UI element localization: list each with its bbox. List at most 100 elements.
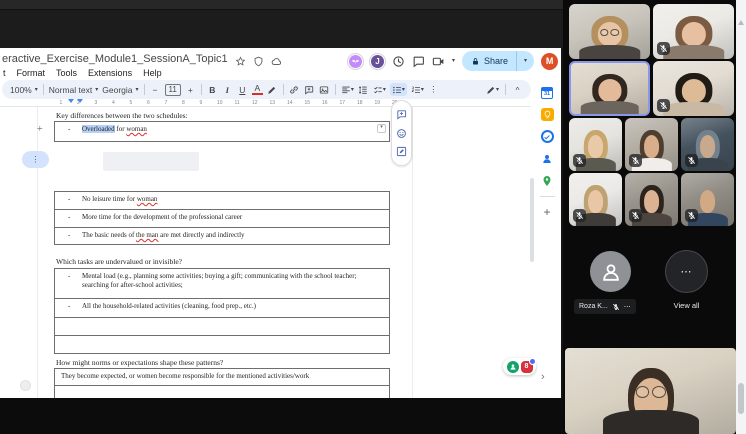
collaborator-avatar-butterfly[interactable]	[348, 54, 363, 69]
table-row[interactable]: - No leisure time for woman	[54, 191, 390, 210]
self-video-tile[interactable]	[565, 348, 736, 434]
calendar-icon[interactable]: 31	[541, 86, 554, 99]
audio-only-participant-avatar[interactable]	[590, 251, 631, 292]
keep-icon[interactable]	[541, 108, 554, 121]
collaborator-avatar-j[interactable]: J	[370, 54, 385, 69]
person-icon	[600, 261, 622, 283]
mic-muted-icon	[629, 154, 642, 167]
participant-video-tile-active-speaker[interactable]	[569, 61, 650, 116]
table-row-empty[interactable]	[54, 335, 390, 354]
ruler[interactable]: 1234567891011121314151617181920	[0, 99, 531, 107]
scrollbar-thumb[interactable]	[738, 383, 744, 414]
page-right-edge	[412, 107, 413, 398]
participant-video-tile[interactable]	[569, 173, 622, 226]
font-size-decrease-button[interactable]: −	[150, 83, 161, 96]
toolbar-separator	[43, 84, 44, 95]
bulleted-list-button[interactable]: ▾	[390, 83, 407, 96]
desktop-background-bottom	[0, 398, 563, 434]
participant-video-tile[interactable]	[681, 118, 734, 171]
document-canvas[interactable]: Key differences between the two schedule…	[0, 107, 531, 398]
doc-question-3[interactable]: How might norms or expectations shape th…	[56, 358, 223, 367]
comments-icon[interactable]	[412, 55, 425, 68]
more-options-icon[interactable]: ⋯	[624, 303, 631, 311]
add-comment-icon[interactable]	[396, 109, 407, 120]
participant-video-tile[interactable]	[653, 4, 734, 59]
contacts-icon[interactable]	[541, 152, 554, 165]
video-call-window: Roza K... ⋯ ⋯ View all	[563, 0, 746, 434]
suggest-edits-icon[interactable]	[396, 146, 407, 157]
table-row[interactable]: - All the household-related activities (…	[54, 298, 390, 318]
meet-caret-icon[interactable]: ▾	[452, 58, 455, 64]
side-panel-chevron-icon[interactable]: ›	[541, 371, 545, 383]
table-row[interactable]: - The basic needs of the man are met dir…	[54, 227, 390, 245]
indent-marker-icon[interactable]	[68, 99, 74, 103]
participant-video-tile[interactable]	[681, 173, 734, 226]
get-addons-plus-icon[interactable]: +	[543, 206, 550, 218]
editing-mode-button[interactable]: ▾	[486, 83, 499, 96]
account-avatar-m[interactable]: M	[541, 53, 558, 70]
header-right-cluster: J ▾ Share ▾ M	[348, 50, 558, 72]
insert-image-button[interactable]	[319, 83, 330, 96]
meet-camera-icon[interactable]	[432, 55, 445, 68]
tasks-icon[interactable]	[541, 130, 554, 143]
doc-question-1[interactable]: Key differences between the two schedule…	[56, 111, 188, 120]
doc-answer-box-3[interactable]: They become expected, or women become re…	[54, 368, 390, 398]
add-comment-button[interactable]	[304, 83, 315, 96]
doc-title[interactable]: eractive_Exercise_Module1_SessionA_Topic…	[2, 53, 228, 65]
table-row-empty[interactable]	[54, 317, 390, 336]
toolbar-more-button[interactable]: ⋮	[428, 83, 439, 96]
menu-item-help[interactable]: Help	[143, 68, 162, 78]
italic-button[interactable]: I	[222, 83, 233, 96]
menu-item-extensions[interactable]: Extensions	[88, 68, 132, 78]
underline-button[interactable]: U	[237, 83, 248, 96]
text-color-button[interactable]: A	[252, 84, 263, 95]
table-row[interactable]: - Mental load (e.g., planning some activ…	[54, 268, 390, 299]
meet-scrollbar[interactable]	[736, 0, 746, 434]
document-scrollbar[interactable]	[530, 178, 534, 262]
share-dropdown[interactable]: ▾	[516, 51, 534, 71]
menu-item-truncated[interactable]: t	[3, 68, 6, 78]
toolbar-separator	[505, 84, 506, 95]
font-size-input[interactable]: 11	[165, 84, 181, 96]
doc-answer-box-1[interactable]: - Overloaded for woman ▾	[54, 121, 390, 142]
zoom-select[interactable]: 100%▾	[10, 85, 38, 95]
cloud-saved-icon	[271, 54, 282, 65]
maps-icon[interactable]	[541, 174, 554, 187]
doc-question-2[interactable]: Which tasks are undervalued or invisible…	[56, 257, 182, 266]
star-icon[interactable]	[235, 54, 246, 65]
menu-item-format[interactable]: Format	[17, 68, 46, 78]
collapse-toolbar-button[interactable]: ^	[512, 83, 523, 96]
version-history-icon[interactable]	[392, 55, 405, 68]
drag-handle-pill[interactable]: ⋮	[22, 151, 49, 168]
menu-item-tools[interactable]: Tools	[56, 68, 77, 78]
view-all-button[interactable]: ⋯	[665, 250, 708, 293]
toolbar-separator	[201, 84, 202, 95]
share-button[interactable]: Share ▾	[462, 51, 534, 71]
table-row[interactable]: - More time for the development of the p…	[54, 209, 390, 228]
participant-video-tile[interactable]	[569, 4, 650, 59]
bold-button[interactable]: B	[207, 83, 218, 96]
insert-block-plus-icon[interactable]: +	[37, 125, 43, 135]
insert-link-button[interactable]	[289, 83, 300, 96]
extension-widget: 8	[503, 358, 536, 375]
checklist-button[interactable]: ▾	[373, 83, 386, 96]
cell-dropdown-icon[interactable]: ▾	[377, 124, 386, 133]
numbered-list-button[interactable]: ▾	[411, 83, 424, 96]
extension-icon-green[interactable]	[507, 361, 519, 373]
emoji-reaction-icon[interactable]	[396, 128, 407, 139]
scrollbar-up-arrow-icon[interactable]	[738, 20, 744, 25]
participant-video-tile[interactable]	[625, 173, 678, 226]
font-size-increase-button[interactable]: +	[185, 83, 196, 96]
participant-video-tile[interactable]	[653, 61, 734, 116]
highlight-color-button[interactable]	[267, 83, 278, 96]
participant-video-tile[interactable]	[625, 118, 678, 171]
participant-video-tile[interactable]	[569, 118, 622, 171]
line-spacing-button[interactable]	[358, 83, 369, 96]
paragraph-style-select[interactable]: Normal text▾	[49, 85, 98, 95]
table-handle-icon[interactable]	[20, 380, 31, 391]
extension-icon-red[interactable]: 8	[521, 361, 533, 373]
doc-answer-text[interactable]: Overloaded for woman	[82, 125, 147, 133]
participant-name-pill[interactable]: Roza K... ⋯	[574, 299, 636, 314]
align-button[interactable]: ▾	[341, 83, 354, 96]
font-select[interactable]: Georgia▾	[102, 85, 138, 95]
